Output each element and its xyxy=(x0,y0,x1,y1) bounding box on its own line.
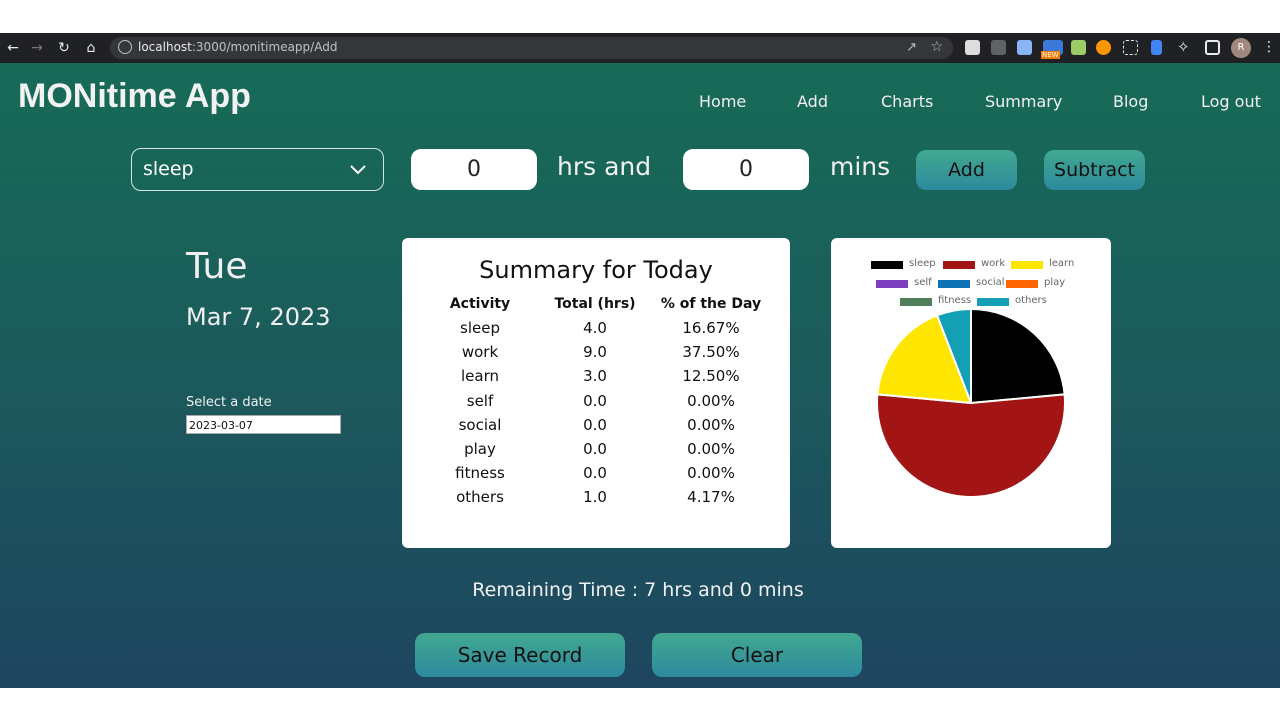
weekday-display: Tue xyxy=(186,246,248,287)
brand-logo[interactable]: MONitime App xyxy=(18,77,251,116)
table-row: social 0.0 0.00% xyxy=(430,413,762,437)
nav-add[interactable]: Add xyxy=(797,92,828,111)
more-menu-icon[interactable]: ⋮ xyxy=(1262,39,1276,55)
activity-select-value: sleep xyxy=(143,158,194,180)
pie-slice-work[interactable] xyxy=(876,393,1066,498)
col-activity: Activity xyxy=(449,296,511,312)
table-row: self 0.0 0.00% xyxy=(430,389,762,413)
nav-logout[interactable]: Log out xyxy=(1201,92,1261,111)
nav-charts[interactable]: Charts xyxy=(881,92,933,111)
cell-activity: work xyxy=(461,343,499,362)
cell-percent: 0.00% xyxy=(687,440,735,459)
cell-activity: sleep xyxy=(460,319,500,338)
nav-blog[interactable]: Blog xyxy=(1113,92,1148,111)
subtract-button[interactable]: Subtract xyxy=(1044,150,1145,190)
cell-percent: 0.00% xyxy=(687,464,735,483)
table-header-row: Activity Total (hrs) % of the Day xyxy=(430,292,762,316)
hours-label: hrs and xyxy=(557,152,652,181)
cell-total: 1.0 xyxy=(583,488,607,507)
cell-total: 3.0 xyxy=(583,367,607,386)
col-total: Total (hrs) xyxy=(554,296,636,312)
home-icon[interactable]: ⌂ xyxy=(82,39,100,57)
bottom-margin xyxy=(0,688,1280,720)
cell-total: 0.0 xyxy=(583,415,607,434)
summary-card: Summary for Today Activity Total (hrs) %… xyxy=(402,238,790,548)
bookmark-star-icon[interactable]: ☆ xyxy=(930,39,943,55)
cell-total: 9.0 xyxy=(583,343,607,362)
table-row: work 9.0 37.50% xyxy=(430,340,762,364)
summary-table: Activity Total (hrs) % of the Day sleep 4… xyxy=(430,292,762,510)
extension-x-icon[interactable] xyxy=(991,40,1006,55)
cell-activity: self xyxy=(466,391,494,410)
summary-title: Summary for Today xyxy=(479,256,713,284)
side-panel-icon[interactable] xyxy=(1205,40,1220,55)
cell-percent: 0.00% xyxy=(687,415,735,434)
table-row: fitness 0.0 0.00% xyxy=(430,461,762,485)
chevron-down-icon xyxy=(350,165,366,175)
cell-activity: fitness xyxy=(455,464,505,483)
pie-slice-sleep[interactable] xyxy=(970,307,1066,405)
minutes-input[interactable]: 0 xyxy=(683,149,809,190)
extension-screenshot-icon[interactable] xyxy=(1123,40,1138,55)
date-input[interactable]: 2023-03-07 xyxy=(186,415,341,434)
top-margin xyxy=(0,0,1280,33)
extension-sheet-icon[interactable] xyxy=(1071,40,1086,55)
table-row: learn 3.0 12.50% xyxy=(430,364,762,388)
add-button[interactable]: Add xyxy=(916,150,1017,190)
cell-activity: social xyxy=(458,415,502,434)
cell-total: 0.0 xyxy=(583,464,607,483)
avatar[interactable]: R xyxy=(1231,38,1251,58)
nav-home[interactable]: Home xyxy=(699,92,746,111)
activity-select[interactable]: sleep xyxy=(131,148,384,191)
pie-chart xyxy=(876,307,1066,498)
cell-activity: learn xyxy=(461,367,499,386)
extension-tag-icon[interactable] xyxy=(1017,40,1032,55)
table-row: sleep 4.0 16.67% xyxy=(430,316,762,340)
forward-icon[interactable]: → xyxy=(28,39,46,57)
browser-toolbar: ← → ↻ ⌂ localhost:3000/monitimeapp/Add ↗… xyxy=(0,33,1280,63)
save-record-button[interactable]: Save Record xyxy=(415,633,625,677)
cell-percent: 37.50% xyxy=(682,343,740,362)
cell-total: 0.0 xyxy=(583,391,607,410)
cell-activity: play xyxy=(464,440,496,459)
puzzle-icon[interactable]: ✧ xyxy=(1177,38,1190,56)
cell-total: 4.0 xyxy=(583,319,607,338)
nav-summary[interactable]: Summary xyxy=(985,92,1062,111)
minutes-label: mins xyxy=(830,152,891,181)
cell-percent: 16.67% xyxy=(682,319,740,338)
cell-percent: 12.50% xyxy=(682,367,740,386)
app-root: MONitime App Home Add Charts Summary Blo… xyxy=(0,63,1280,688)
col-percent: % of the Day xyxy=(660,296,762,312)
new-badge: NEW xyxy=(1041,51,1060,59)
extension-printer-icon[interactable] xyxy=(965,40,980,55)
extension-doc-icon[interactable] xyxy=(1151,40,1162,55)
date-display: Mar 7, 2023 xyxy=(186,303,331,331)
table-row: others 1.0 4.17% xyxy=(430,485,762,509)
chart-card: sleep work learn self social play fitness other… xyxy=(831,238,1111,548)
cell-percent: 0.00% xyxy=(687,391,735,410)
remaining-time: Remaining Time : 7 hrs and 0 mins xyxy=(472,579,804,601)
address-bar[interactable]: localhost:3000/monitimeapp/Add ↗ ☆ xyxy=(110,37,953,59)
extension-circle-icon[interactable] xyxy=(1096,40,1111,55)
table-row: play 0.0 0.00% xyxy=(430,437,762,461)
url-text[interactable]: localhost:3000/monitimeapp/Add xyxy=(138,40,337,54)
site-info-icon[interactable] xyxy=(118,40,132,54)
back-icon[interactable]: ← xyxy=(4,39,22,57)
cell-activity: others xyxy=(456,488,504,507)
share-icon[interactable]: ↗ xyxy=(906,40,917,55)
select-date-label: Select a date xyxy=(186,395,272,410)
clear-button[interactable]: Clear xyxy=(652,633,862,677)
cell-percent: 4.17% xyxy=(687,488,735,507)
hours-input[interactable]: 0 xyxy=(411,149,537,190)
reload-icon[interactable]: ↻ xyxy=(55,39,73,57)
cell-total: 0.0 xyxy=(583,440,607,459)
